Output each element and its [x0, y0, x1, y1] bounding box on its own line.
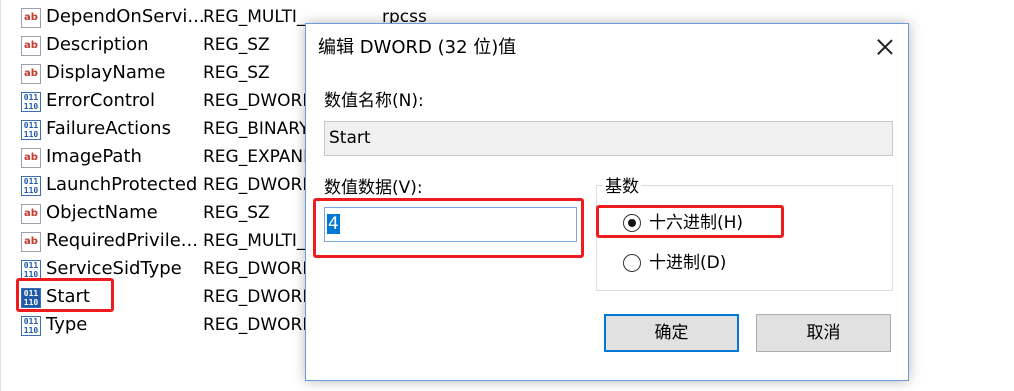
registry-row-type: REG_SZ — [203, 203, 270, 223]
dialog-title: 编辑 DWORD (32 位)值 — [318, 37, 517, 58]
registry-row-name: Type — [46, 314, 88, 335]
registry-row-name: Description — [46, 34, 149, 55]
registry-row-name: ErrorControl — [46, 90, 155, 111]
registry-row-type: REG_DWORD — [203, 91, 305, 111]
registry-row-type: REG_DWORD — [203, 287, 305, 307]
registry-row-type: REG_SZ — [203, 63, 270, 83]
binary-value-icon: 011 110 — [21, 92, 41, 112]
decimal-radio[interactable] — [623, 254, 641, 272]
value-data-label: 数值数据(V): — [324, 178, 423, 198]
value-data-highlight-box — [313, 198, 584, 258]
registry-row-type: REG_DWORD — [203, 259, 305, 279]
ok-button[interactable]: 确定 — [604, 314, 739, 352]
registry-row-type: REG_MULTI_SZ — [203, 231, 305, 251]
cancel-button[interactable]: 取消 — [756, 314, 891, 352]
string-value-icon: ab — [21, 204, 41, 224]
registry-row-type: REG_EXPAND_SZ — [203, 147, 305, 167]
registry-row-type: REG_MULTI_SZ — [203, 7, 305, 27]
registry-row-name: ObjectName — [46, 202, 158, 223]
start-row-highlight-box — [16, 278, 114, 312]
registry-row-type: REG_SZ — [203, 35, 270, 55]
registry-row-type: REG_BINARY — [203, 119, 305, 139]
string-value-icon: ab — [21, 36, 41, 56]
registry-row-name: DisplayName — [46, 62, 166, 83]
value-name-field: Start — [324, 121, 893, 156]
registry-row-name: DependOnServi... — [46, 6, 205, 27]
binary-value-icon: 011 110 — [21, 260, 41, 280]
registry-row-name: FailureActions — [46, 118, 171, 139]
registry-row-name: LaunchProtected — [46, 174, 198, 195]
registry-row-type: REG_DWORD — [203, 175, 305, 195]
string-value-icon: ab — [21, 232, 41, 252]
value-name-label: 数值名称(N): — [324, 91, 424, 111]
binary-value-icon: 011 110 — [21, 316, 41, 336]
decimal-radio-label[interactable]: 十进制(D) — [649, 252, 726, 274]
edit-dword-dialog: 编辑 DWORD (32 位)值 数值名称(N): Start 数值数据(V):… — [305, 23, 909, 381]
registry-row-type: REG_DWORD — [203, 315, 305, 335]
string-value-icon: ab — [21, 148, 41, 168]
string-value-icon: ab — [21, 64, 41, 84]
string-value-icon: ab — [21, 8, 41, 28]
close-icon[interactable] — [874, 36, 896, 58]
base-groupbox — [596, 185, 893, 291]
binary-value-icon: 011 110 — [21, 176, 41, 196]
registry-row-name: ImagePath — [46, 146, 142, 167]
binary-value-icon: 011 110 — [21, 120, 41, 140]
base-group-label: 基数 — [603, 176, 641, 198]
hex-radio-highlight-box — [596, 205, 784, 238]
registry-row-name: RequiredPrivile... — [46, 230, 198, 251]
